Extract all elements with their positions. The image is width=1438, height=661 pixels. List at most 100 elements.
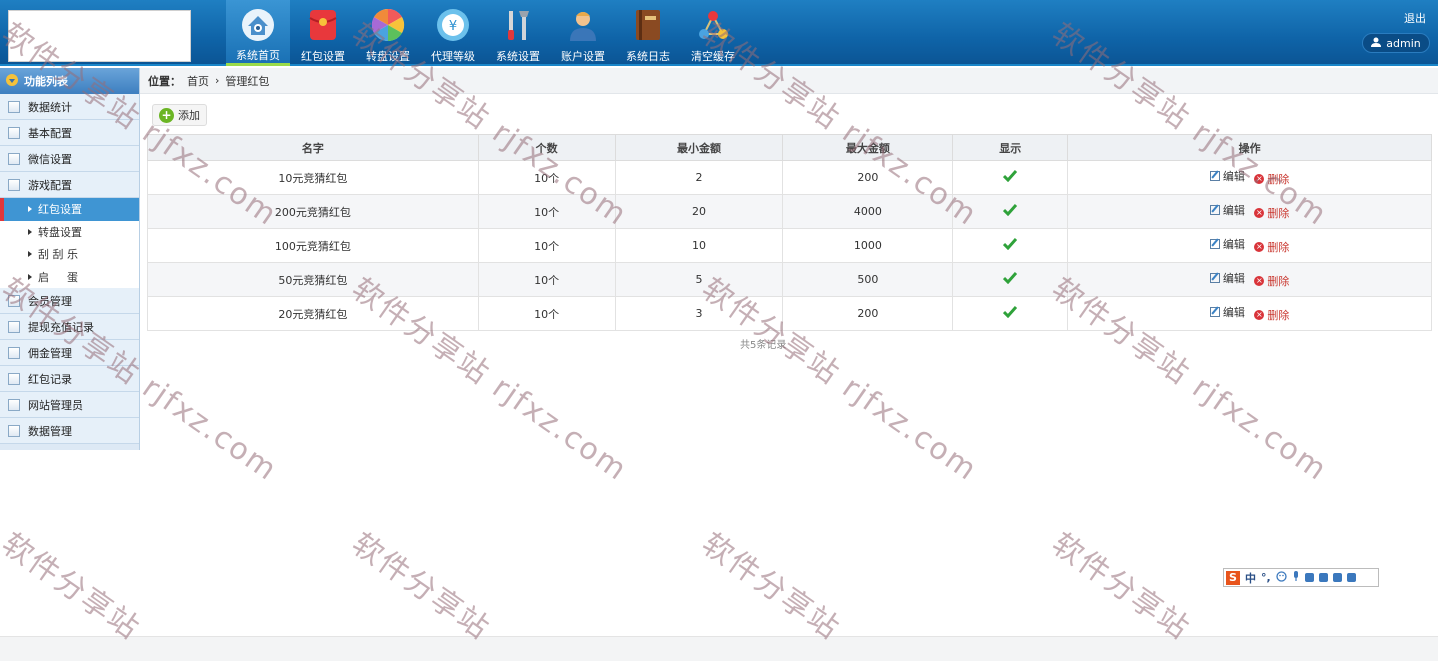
check-icon[interactable] bbox=[1003, 238, 1018, 253]
watermark: 软件分享站 bbox=[345, 520, 501, 648]
sidebar-item-wechat[interactable]: 微信设置 bbox=[0, 146, 139, 172]
nav-account-settings[interactable]: 账户设置 bbox=[551, 0, 615, 66]
edit-icon bbox=[1209, 273, 1220, 284]
delete-icon: × bbox=[1254, 309, 1265, 320]
menu-square-icon bbox=[8, 320, 20, 333]
sidebar-item-site-admin[interactable]: 网站管理员 bbox=[0, 392, 139, 418]
cell-display bbox=[952, 194, 1069, 229]
watermark-text: 软件分享站 bbox=[1045, 526, 1197, 647]
column-header-name[interactable]: 名字 bbox=[147, 134, 479, 161]
cell-max: 4000 bbox=[782, 194, 954, 229]
sidebar-item-data-stats[interactable]: 数据统计 bbox=[0, 94, 139, 120]
edit-icon bbox=[1209, 307, 1220, 318]
sidebar-item-envelope-records[interactable]: 红包记录 bbox=[0, 366, 139, 392]
cell-display bbox=[952, 262, 1069, 297]
table-row: 10元竞猜红包 10个 2 200 编辑 × 删除 bbox=[147, 160, 1432, 195]
sidebar-sub-egg[interactable]: 启 蛋 bbox=[0, 265, 139, 288]
sidebar-item-commission[interactable]: 佣金管理 bbox=[0, 340, 139, 366]
logo bbox=[8, 10, 191, 62]
menu-square-icon bbox=[8, 424, 20, 437]
nav-label: 账户设置 bbox=[561, 50, 605, 63]
microphone-icon[interactable] bbox=[1292, 570, 1300, 585]
cell-actions: 编辑 × 删除 bbox=[1067, 160, 1432, 195]
nav-clear-cache[interactable]: 清空缓存 bbox=[681, 0, 745, 66]
watermark: 软件分享站 bbox=[1045, 520, 1201, 648]
keyboard-icon[interactable] bbox=[1304, 573, 1314, 582]
sidebar-sub-scratch[interactable]: 刮 刮 乐 bbox=[0, 243, 139, 266]
shirt-icon[interactable] bbox=[1332, 573, 1342, 582]
nav-system-settings[interactable]: 系统设置 bbox=[486, 0, 550, 66]
table-row: 100元竞猜红包 10个 10 1000 编辑 × 删除 bbox=[147, 228, 1432, 263]
add-button[interactable]: + 添加 bbox=[152, 104, 207, 126]
nav-home[interactable]: 系统首页 bbox=[226, 0, 290, 66]
watermark-text: rjfxz.com bbox=[835, 369, 985, 489]
column-header-min[interactable]: 最小金额 bbox=[614, 134, 784, 161]
column-header-actions: 操作 bbox=[1067, 134, 1432, 161]
triangle-right-icon bbox=[28, 228, 32, 235]
nav-wheel[interactable]: 转盘设置 bbox=[356, 0, 420, 66]
menu-square-icon bbox=[8, 294, 20, 307]
sidebar-sub-label: 启 蛋 bbox=[38, 270, 78, 284]
check-icon[interactable] bbox=[1003, 306, 1018, 321]
sidebar-item-label: 数据统计 bbox=[28, 100, 72, 114]
delete-button[interactable]: × 删除 bbox=[1254, 239, 1289, 255]
check-icon[interactable] bbox=[1003, 272, 1018, 287]
cell-name: 50元竞猜红包 bbox=[147, 262, 479, 297]
watermark-text: 软件分享站 bbox=[345, 526, 497, 647]
sidebar-item-label: 提现充值记录 bbox=[28, 320, 94, 334]
delete-button[interactable]: × 删除 bbox=[1254, 205, 1289, 221]
nav-agent-level[interactable]: ¥ 代理等级 bbox=[421, 0, 485, 66]
footer-bar bbox=[0, 636, 1438, 661]
edit-button[interactable]: 编辑 bbox=[1209, 236, 1245, 252]
triangle-right-icon bbox=[28, 251, 32, 258]
edit-button[interactable]: 编辑 bbox=[1209, 304, 1245, 320]
smiley-icon[interactable] bbox=[1276, 570, 1287, 585]
edit-label: 编辑 bbox=[1222, 204, 1245, 218]
sidebar: 功能列表 数据统计 基本配置 微信设置 游戏配置 红包设置 转盘设置 刮 刮 乐… bbox=[0, 68, 140, 450]
sidebar-item-basic-config[interactable]: 基本配置 bbox=[0, 120, 139, 146]
delete-button[interactable]: × 删除 bbox=[1254, 273, 1289, 289]
home-icon bbox=[239, 6, 277, 43]
breadcrumb-home-link[interactable]: 首页 bbox=[187, 73, 209, 89]
delete-label: 删除 bbox=[1267, 172, 1290, 186]
delete-button[interactable]: × 删除 bbox=[1254, 171, 1289, 187]
sidebar-item-data-manage[interactable]: 数据管理 bbox=[0, 418, 139, 444]
check-icon[interactable] bbox=[1003, 170, 1018, 185]
user-menu[interactable]: admin bbox=[1362, 33, 1430, 53]
cell-min: 20 bbox=[614, 194, 784, 229]
cell-name: 200元竞猜红包 bbox=[147, 194, 479, 229]
column-header-max[interactable]: 最大金额 bbox=[782, 134, 954, 161]
cell-min: 5 bbox=[614, 262, 784, 297]
ime-punct[interactable]: °, bbox=[1261, 571, 1271, 584]
triangle-right-icon bbox=[28, 206, 32, 213]
cell-max: 200 bbox=[782, 296, 954, 331]
sidebar-sub-red-envelope[interactable]: 红包设置 bbox=[0, 198, 139, 221]
column-header-count[interactable]: 个数 bbox=[477, 134, 616, 161]
sidebar-item-game-config[interactable]: 游戏配置 bbox=[0, 172, 139, 198]
edit-button[interactable]: 编辑 bbox=[1209, 202, 1245, 218]
check-icon[interactable] bbox=[1003, 204, 1018, 219]
edit-button[interactable]: 编辑 bbox=[1209, 168, 1245, 184]
sidebar-item-withdraw-records[interactable]: 提现充值记录 bbox=[0, 314, 139, 340]
sidebar-item-members[interactable]: 会员管理 bbox=[0, 288, 139, 314]
ime-toolbar[interactable]: S 中 °, bbox=[1223, 568, 1379, 587]
table-row: 50元竞猜红包 10个 5 500 编辑 × 删除 bbox=[147, 262, 1432, 297]
logout-link[interactable]: 退出 bbox=[1404, 10, 1426, 26]
nav-red-envelope[interactable]: 红包设置 bbox=[291, 0, 355, 66]
cell-actions: 编辑 × 删除 bbox=[1067, 194, 1432, 229]
skin-icon[interactable] bbox=[1318, 573, 1328, 582]
sidebar-item-label: 网站管理员 bbox=[28, 398, 83, 412]
menu-square-icon bbox=[8, 398, 20, 411]
delete-button[interactable]: × 删除 bbox=[1254, 307, 1289, 323]
menu-square-icon bbox=[8, 346, 20, 359]
cell-display bbox=[952, 160, 1069, 195]
toolbox-icon[interactable] bbox=[1346, 573, 1356, 582]
sidebar-sub-wheel[interactable]: 转盘设置 bbox=[0, 220, 139, 243]
top-header: 系统首页 红包设置 转盘设置 ¥ 代理等级 系统设置 账户设置 系统日志 清空缓… bbox=[0, 0, 1438, 66]
column-header-display[interactable]: 显示 bbox=[952, 134, 1069, 161]
record-count: 共5条记录 bbox=[740, 340, 787, 351]
nav-system-log[interactable]: 系统日志 bbox=[616, 0, 680, 66]
ime-lang[interactable]: 中 bbox=[1245, 570, 1256, 586]
edit-button[interactable]: 编辑 bbox=[1209, 270, 1245, 286]
watermark-text: rjfxz.com bbox=[1185, 369, 1335, 489]
